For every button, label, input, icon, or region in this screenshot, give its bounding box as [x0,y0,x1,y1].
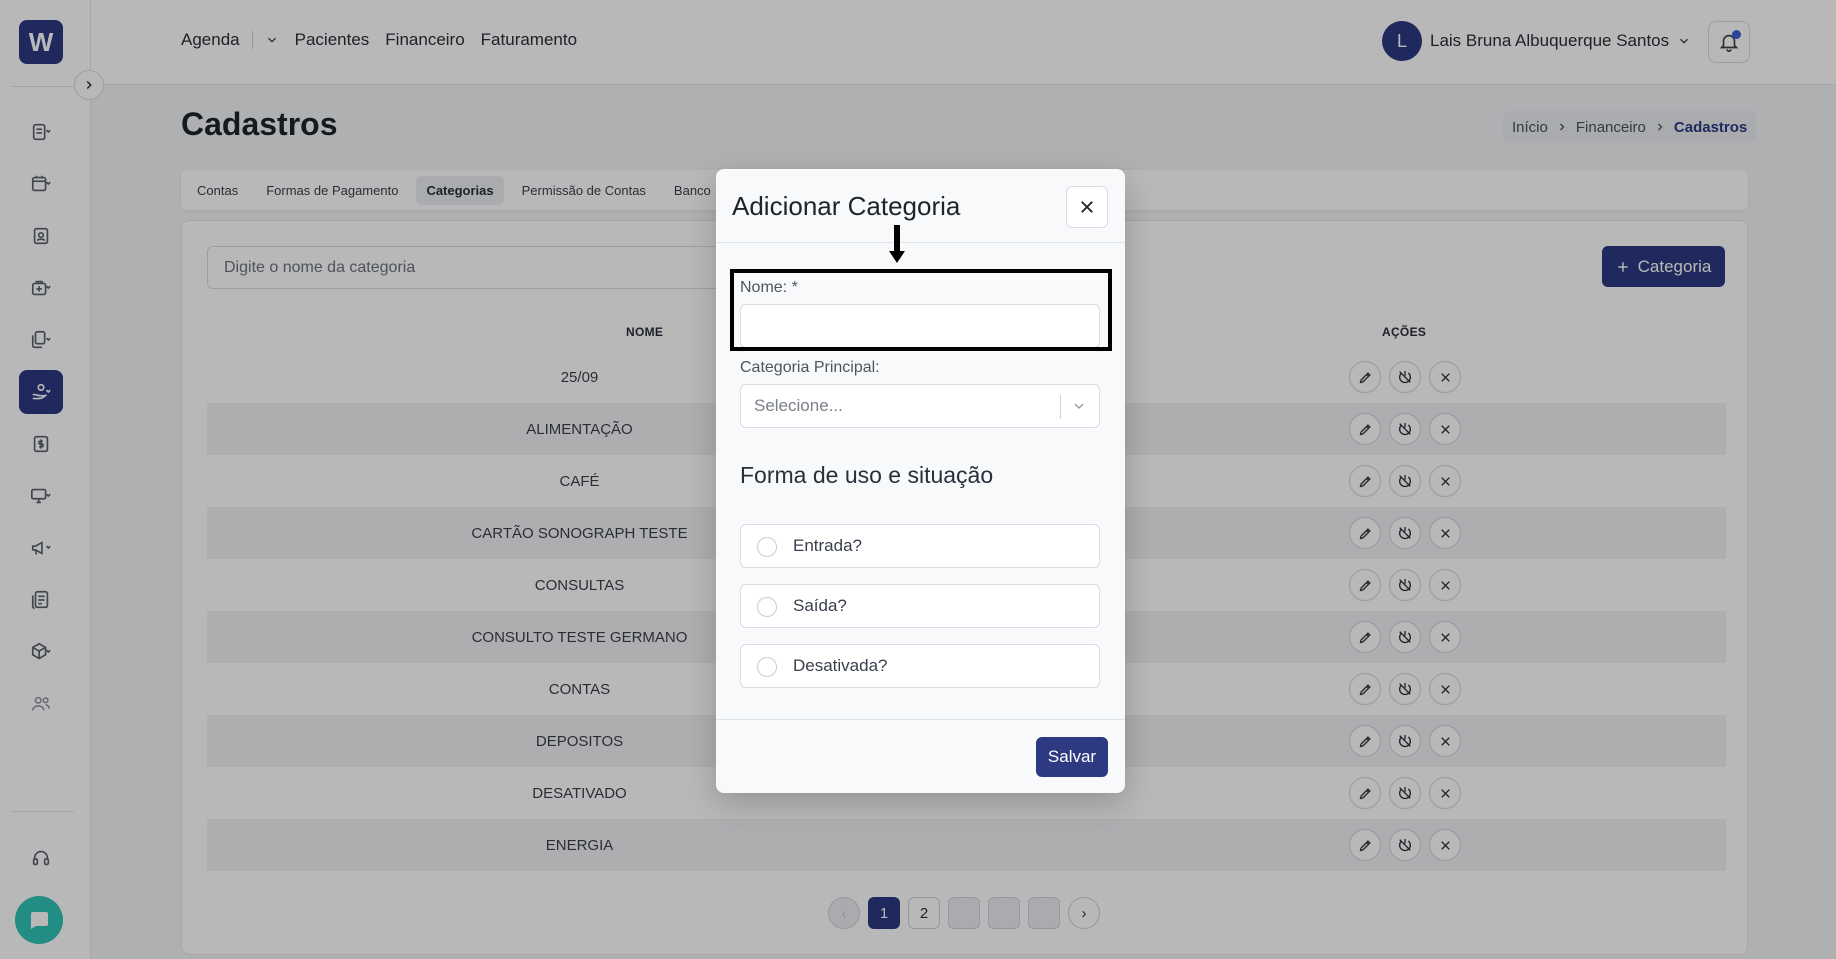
section-title: Forma de uso e situação [740,462,994,488]
checkbox-label: Desativada? [793,656,888,675]
parent-category-placeholder: Selecione... [754,396,843,415]
parent-category-label: Categoria Principal: [740,359,880,376]
parent-category-select[interactable]: Selecione... [740,384,1100,428]
chevron-down-icon [1074,403,1084,410]
close-button[interactable] [1066,186,1108,228]
modal-title: Adicionar Categoria [732,191,961,221]
close-icon [1081,201,1093,213]
checkbox-entrada[interactable]: Entrada? [740,524,1100,568]
annotation-highlight-box [730,269,1112,351]
modal-header: Adicionar Categoria [716,169,1125,263]
save-button[interactable]: Salvar [1036,737,1108,777]
checkbox-circle[interactable] [757,537,777,557]
checkbox-label: Entrada? [793,536,862,555]
modal-footer-divider [716,719,1125,720]
checkbox-circle[interactable] [757,597,777,617]
select-divider [1060,395,1061,419]
annotation-arrow [889,225,905,263]
checkbox-desativada[interactable]: Desativada? [740,644,1100,688]
checkbox-circle[interactable] [757,657,777,677]
checkbox-label: Saída? [793,596,847,615]
add-category-modal: Adicionar Categoria Nome: * Categoria Pr… [716,169,1125,793]
checkbox-saida[interactable]: Saída? [740,584,1100,628]
